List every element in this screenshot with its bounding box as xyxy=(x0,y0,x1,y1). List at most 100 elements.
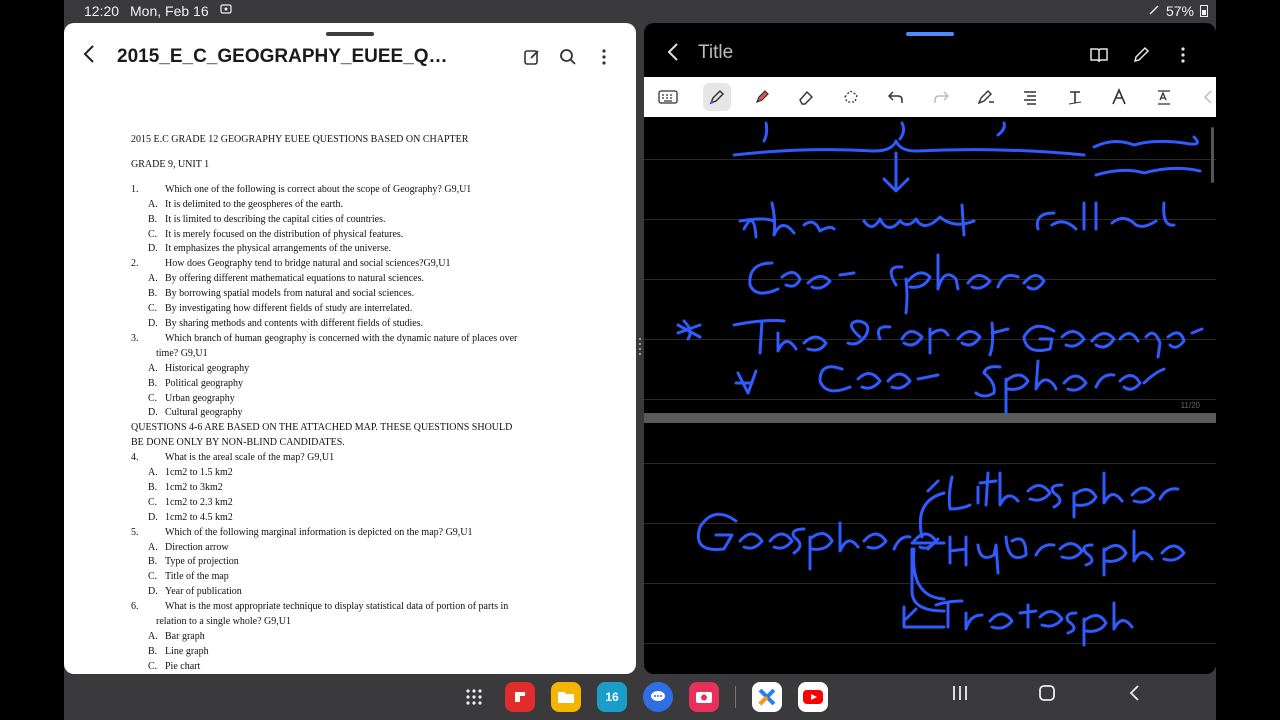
question-item: 6. What is the most appropriate technique… xyxy=(131,600,571,630)
question-text-cont: relation to a single whole? G9,U1 xyxy=(156,616,291,628)
system-back-button[interactable] xyxy=(1128,684,1140,707)
doc-subheading: GRADE 9, UNIT 1 xyxy=(131,158,210,170)
answer-option: A. It is delimited to the geospheres of t… xyxy=(148,198,344,210)
recents-button[interactable] xyxy=(952,684,968,707)
question-number: 5. xyxy=(131,526,139,538)
keyboard-icon xyxy=(658,90,678,104)
edit-mode-button[interactable] xyxy=(1130,43,1152,67)
lasso-icon xyxy=(844,90,858,103)
highlighter-button[interactable] xyxy=(748,83,776,111)
recent-app[interactable] xyxy=(752,682,782,712)
messages-app[interactable] xyxy=(643,682,673,712)
align-icon xyxy=(1024,91,1036,105)
redo-button[interactable] xyxy=(927,83,955,111)
undo-icon xyxy=(887,91,903,103)
font-icon xyxy=(1112,88,1126,105)
question-text: Which branch of human geography is conce… xyxy=(165,332,518,344)
answer-option: B. Political geography xyxy=(148,377,244,389)
undo-button[interactable] xyxy=(882,83,910,111)
answer-option: B. It is limited to describing the capita… xyxy=(148,213,386,225)
files-app[interactable] xyxy=(551,682,581,712)
answer-option: D. Cultural geography xyxy=(148,407,243,419)
section-note: QUESTIONS 4-6 ARE BASED ON THE ATTACHED … xyxy=(131,422,513,434)
camera-app[interactable] xyxy=(689,682,719,712)
answer-option: D. By sharing methods and contents with d… xyxy=(148,317,424,329)
question-item: 4. What is the areal scale of the map? G9… xyxy=(131,451,571,466)
answer-option: C. 1cm2 to 2.3 km2 xyxy=(148,496,233,508)
back-button[interactable] xyxy=(666,41,680,69)
signal-icon xyxy=(1148,3,1160,19)
question-number: 1. xyxy=(131,183,139,195)
status-bar: 12:20 Mon, Feb 16 57% xyxy=(64,0,1216,22)
more-options-button[interactable] xyxy=(594,43,614,71)
flipboard-icon xyxy=(515,692,525,702)
text-tool-button[interactable] xyxy=(1061,83,1089,111)
answer-option: A. Historical geography xyxy=(148,362,250,374)
pen-tool-icon xyxy=(709,89,725,105)
youtube-icon xyxy=(803,690,823,704)
convert-text-button[interactable] xyxy=(1150,83,1178,111)
book-icon xyxy=(1090,48,1108,63)
align-button[interactable] xyxy=(1016,83,1044,111)
question-item: 3. Which branch of human geography is con… xyxy=(131,332,571,362)
home-icon xyxy=(1039,685,1055,701)
question-number: 6. xyxy=(131,601,139,613)
font-button[interactable] xyxy=(1105,83,1133,111)
app-icon xyxy=(758,688,776,706)
eraser-button[interactable] xyxy=(792,83,820,111)
flipboard-app[interactable] xyxy=(505,682,535,712)
note-title[interactable]: Title xyxy=(698,42,733,64)
app-drawer-button[interactable] xyxy=(459,682,489,712)
handwriting-canvas[interactable]: 11/20 xyxy=(644,117,1216,674)
answer-option: C. It is merely focused on the distributi… xyxy=(148,228,404,240)
doc-heading: 2015 E.C GRADE 12 GEOGRAPHY EUEE QUESTIO… xyxy=(131,134,469,145)
answer-option: D. 1cm2 to 4.5 km2 xyxy=(148,511,233,523)
status-date: Mon, Feb 16 xyxy=(130,3,209,19)
section-note-cont: BE DONE ONLY BY NON-BLIND CANDIDATES. xyxy=(131,437,345,449)
window-handle[interactable] xyxy=(326,32,374,36)
pen-icon xyxy=(1133,46,1150,63)
answer-option: B. Type of projection xyxy=(148,556,239,568)
pen-tool-button[interactable] xyxy=(703,83,731,111)
window-handle[interactable] xyxy=(906,32,954,36)
text-icon xyxy=(1068,91,1082,105)
drawing-toolbar xyxy=(644,77,1216,117)
back-button[interactable] xyxy=(82,43,106,71)
app-grid-icon xyxy=(466,689,482,705)
answer-option: A. By offering different mathematical equ… xyxy=(148,273,424,285)
search-icon xyxy=(560,49,576,65)
more-tools-button[interactable] xyxy=(1194,83,1216,111)
more-vert-icon xyxy=(1181,47,1185,63)
search-button[interactable] xyxy=(558,43,578,71)
files-icon xyxy=(558,692,574,703)
taskbar: 16 xyxy=(64,674,1216,720)
home-button[interactable] xyxy=(1038,684,1056,707)
lasso-button[interactable] xyxy=(837,83,865,111)
status-time: 12:20 xyxy=(84,3,120,19)
calendar-app[interactable]: 16 xyxy=(597,682,627,712)
question-item: 2. How does Geography tend to bridge natu… xyxy=(131,257,571,272)
keyboard-button[interactable] xyxy=(654,83,682,111)
youtube-app[interactable] xyxy=(798,682,828,712)
document-page: 2015 E.C GRADE 12 GEOGRAPHY EUEE QUESTIO… xyxy=(131,133,571,674)
reader-app-bar: 2015_E_C_GEOGRAPHY_EUEE_QUESTION... xyxy=(64,37,636,79)
question-number: 2. xyxy=(131,258,139,270)
chevron-left-icon xyxy=(83,45,94,63)
question-text-cont: time? G9,U1 xyxy=(156,347,208,359)
question-number: 4. xyxy=(131,452,139,464)
answer-option: D. It emphasizes the physical arrangement… xyxy=(148,243,392,255)
question-item: 1. Which one of the following is correct … xyxy=(131,183,571,198)
answer-option: C. By investigating how different fields … xyxy=(148,303,413,315)
answer-option: A. Direction arrow xyxy=(148,541,229,553)
chevron-left-icon xyxy=(1203,90,1212,104)
calendar-icon: 16 xyxy=(605,690,619,704)
shape-pen-button[interactable] xyxy=(972,83,1000,111)
question-item: 5. Which of the following marginal inform… xyxy=(131,526,571,541)
more-options-button[interactable] xyxy=(1172,43,1194,67)
reading-mode-button[interactable] xyxy=(1088,43,1110,67)
eraser-icon xyxy=(799,90,813,105)
split-view-handle[interactable] xyxy=(638,335,642,365)
shape-pen-icon xyxy=(977,90,994,105)
edit-button[interactable] xyxy=(522,43,542,71)
left-bezel xyxy=(0,0,64,720)
